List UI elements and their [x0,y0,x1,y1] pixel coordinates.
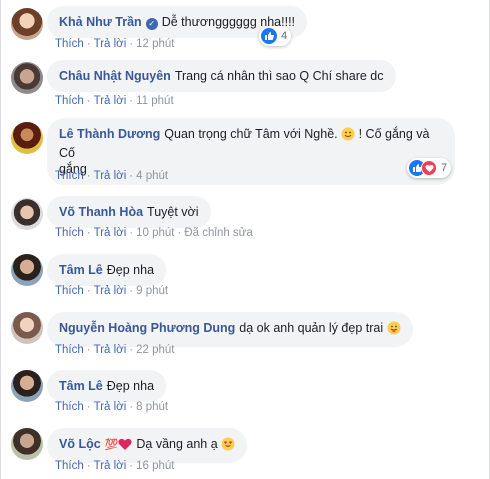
hundred-badge: 💯 [104,439,119,451]
avatar[interactable] [11,428,43,460]
comment-actions: Thích · Trả lời · 10 phút · Đã chỉnh sửa [55,227,253,239]
comment-actions: Thích · Trả lời · 8 phút [55,401,169,413]
comment-time[interactable]: 12 phút [136,38,174,50]
tongue-emoji-icon [387,321,401,339]
love-reaction-icon [421,160,437,176]
like-link[interactable]: Thích [55,38,84,50]
comment-author[interactable]: Tâm Lê [59,379,103,393]
reply-link[interactable]: Trả lời [94,285,127,297]
comment-time[interactable]: 16 phút [136,460,174,472]
comment-text: Trang cá nhân thì sao Q Chí share dc [174,69,384,83]
like-link[interactable]: Thích [55,401,84,413]
verified-badge-icon: ✓ [145,18,158,30]
reply-link[interactable]: Trả lời [94,38,127,50]
comment-text: Dạ vầng anh ạ [136,437,218,451]
avatar[interactable] [11,254,43,286]
comment-actions: Thích · Trả lời · 9 phút [55,285,169,297]
smile-emoji-icon [341,127,355,145]
comment-author[interactable]: Võ Thanh Hòa [59,205,143,219]
comment-actions: Thích · Trả lời · 16 phút [55,460,175,472]
comment-actions: Thích · Trả lời · 22 phút [55,344,175,356]
reaction-count: 7 [441,162,448,174]
comment-text: Đẹp nha [106,379,155,393]
comment-text: Tuyệt vời [147,205,199,219]
like-link[interactable]: Thích [55,344,84,356]
heart-emoji-icon [118,438,132,455]
comment-text: Quan trọng chữ Tâm với Nghề. [164,127,338,141]
like-link[interactable]: Thích [55,285,84,297]
like-link[interactable]: Thích [55,170,84,182]
comment-bubble: Tâm Lê Đẹp nha [47,370,167,402]
reply-link[interactable]: Trả lời [94,460,127,472]
heart-eyes-emoji-icon [221,437,235,455]
avatar[interactable] [11,370,43,402]
comment-time[interactable]: 10 phút [136,227,174,239]
comment-bubble: Võ Lộc 💯 Dạ vầng anh ạ [47,428,248,463]
reaction-summary[interactable]: 4 [259,26,292,46]
comment-time[interactable]: 11 phút [136,95,174,107]
comment-time[interactable]: 4 phút [136,170,168,182]
reply-link[interactable]: Trả lời [94,227,127,239]
comment-author[interactable]: Châu Nhật Nguyên [59,69,171,83]
comment-author[interactable]: Lê Thành Dương [59,127,160,141]
comment-author[interactable]: Tâm Lê [59,263,103,277]
comment-bubble: Nguyễn Hoàng Phương Dung dạ ok anh quản l… [47,312,413,347]
avatar[interactable] [11,198,43,230]
comment-author[interactable]: Võ Lộc [59,437,101,451]
avatar[interactable] [11,8,43,40]
edited-label[interactable]: Đã chỉnh sửa [184,227,252,239]
like-link[interactable]: Thích [55,460,84,472]
avatar[interactable] [11,312,43,344]
comment-author[interactable]: Khả Như Trần [59,15,142,29]
comment-actions: Thích · Trả lời · 12 phút [55,38,175,50]
comment-bubble: Tâm Lê Đẹp nha [47,254,167,286]
avatar[interactable] [11,62,43,94]
reaction-count: 4 [281,30,288,42]
reaction-summary[interactable]: 7 [407,158,452,178]
comment-bubble: Võ Thanh Hòa Tuyệt vời [47,196,211,228]
reply-link[interactable]: Trả lời [94,95,127,107]
comment-bubble: Châu Nhật Nguyên Trang cá nhân thì sao Q … [47,60,396,92]
comment-actions: Thích · Trả lời · 4 phút [55,170,169,182]
comment-text: Đẹp nha [106,263,155,277]
comment-actions: Thích · Trả lời · 11 phút [55,95,174,107]
comment-time[interactable]: 9 phút [136,285,168,297]
reply-link[interactable]: Trả lời [94,170,127,182]
comment-time[interactable]: 8 phút [136,401,168,413]
comment-author[interactable]: Nguyễn Hoàng Phương Dung [59,321,235,335]
like-reaction-icon [261,28,277,44]
reply-link[interactable]: Trả lời [94,344,127,356]
comment-text: dạ ok anh quản lý đẹp trai [239,321,384,335]
like-link[interactable]: Thích [55,227,84,239]
reply-link[interactable]: Trả lời [94,401,127,413]
comment-time[interactable]: 22 phút [136,344,174,356]
comments-panel: Khả Như Trần ✓ Dễ thươngggggg nha!!!! 4 Th… [0,0,490,479]
avatar[interactable] [11,122,43,154]
like-link[interactable]: Thích [55,95,84,107]
